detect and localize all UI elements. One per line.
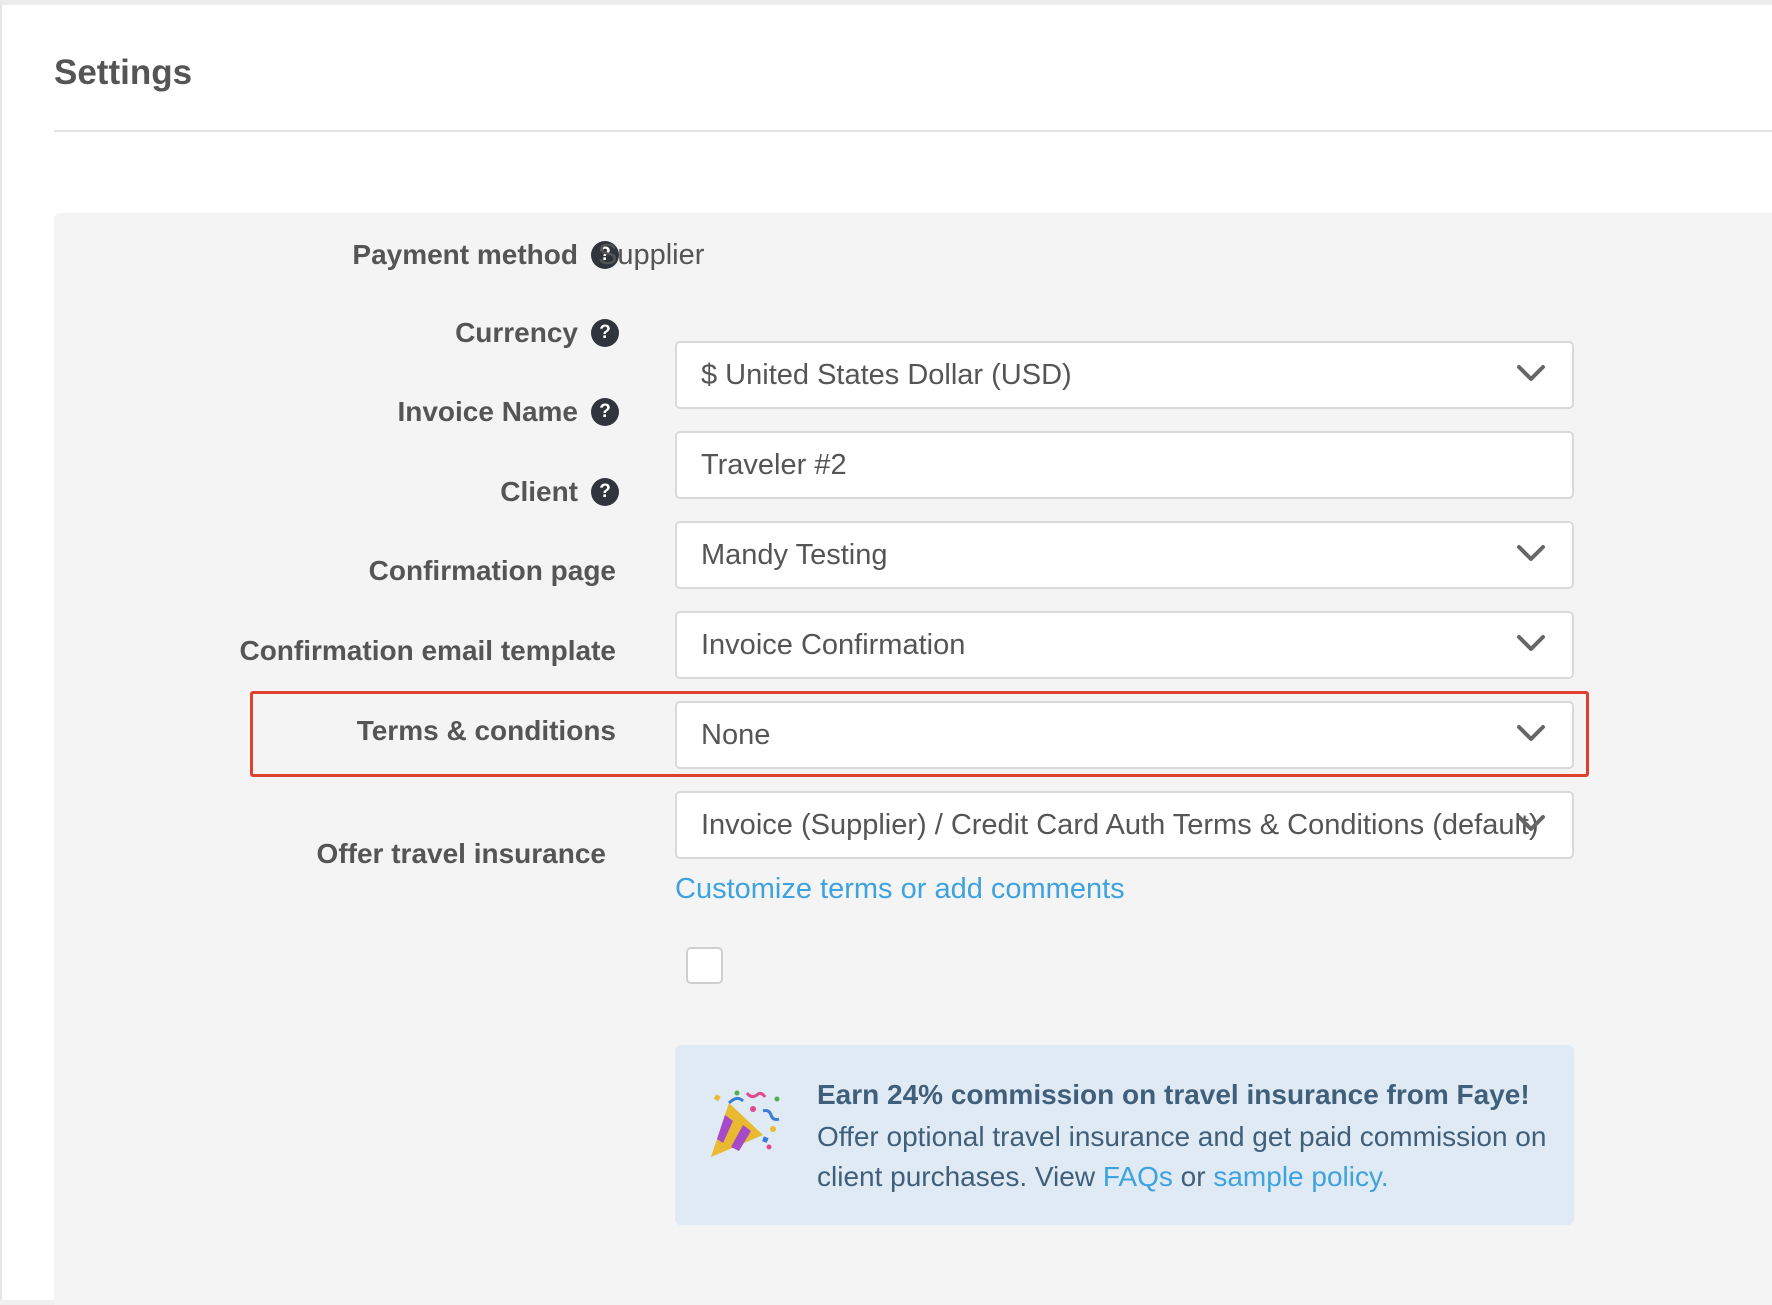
- currency-help-icon[interactable]: ?: [591, 319, 619, 347]
- settings-page: Settings Payment method ? Supplier Curre…: [0, 0, 1772, 1305]
- currency-label: Currency: [455, 317, 578, 348]
- faqs-link[interactable]: FAQs: [1103, 1161, 1173, 1192]
- party-popper-icon: [711, 1090, 780, 1157]
- invoice-name-help-icon[interactable]: ?: [591, 398, 619, 426]
- travel-insurance-promo: Earn 24% commission on travel insurance …: [675, 1045, 1574, 1225]
- sample-policy-link[interactable]: sample policy.: [1213, 1161, 1388, 1192]
- confirmation-page-select-value: Invoice Confirmation: [701, 629, 966, 661]
- confirmation-email-template-select-value: None: [701, 719, 771, 751]
- invoice-name-label: Invoice Name: [397, 396, 578, 427]
- terms-conditions-select[interactable]: Invoice (Supplier) / Credit Card Auth Te…: [675, 791, 1574, 859]
- travel-insurance-checkbox[interactable]: [686, 947, 723, 984]
- confirmation-page-select[interactable]: Invoice Confirmation: [675, 611, 1574, 679]
- client-select[interactable]: Mandy Testing: [675, 521, 1574, 589]
- terms-conditions-select-value: Invoice (Supplier) / Credit Card Auth Te…: [701, 809, 1539, 841]
- client-select-value: Mandy Testing: [701, 539, 888, 571]
- page-title: Settings: [54, 53, 193, 92]
- invoice-name-input[interactable]: Traveler #2: [675, 431, 1574, 499]
- client-help-icon[interactable]: ?: [591, 478, 619, 506]
- confirmation-email-template-label: Confirmation email template: [239, 635, 616, 666]
- payment-method-value: Supplier: [598, 239, 705, 271]
- promo-title: Earn 24% commission on travel insurance …: [817, 1079, 1530, 1110]
- payment-method-label: Payment method: [352, 239, 578, 270]
- title-divider: [54, 130, 1772, 132]
- chevron-down-icon: [1517, 635, 1545, 651]
- currency-select[interactable]: $ United States Dollar (USD): [675, 341, 1574, 409]
- chevron-down-icon: [1517, 815, 1545, 831]
- terms-conditions-label: Terms & conditions: [356, 715, 616, 746]
- currency-select-value: $ United States Dollar (USD): [701, 359, 1072, 391]
- customize-terms-link[interactable]: Customize terms or add comments: [675, 873, 1125, 906]
- chevron-down-icon: [1517, 725, 1545, 741]
- client-label: Client: [500, 476, 578, 507]
- travel-insurance-label: Offer travel insurance: [316, 838, 606, 869]
- promo-body: Offer optional travel insurance and get …: [817, 1117, 1557, 1197]
- promo-connector-text: or: [1172, 1161, 1214, 1192]
- confirmation-page-label: Confirmation page: [368, 555, 616, 586]
- chevron-down-icon: [1517, 365, 1545, 381]
- chevron-down-icon: [1517, 545, 1545, 561]
- confirmation-email-template-select[interactable]: None: [675, 701, 1574, 769]
- invoice-name-input-value: Traveler #2: [701, 449, 847, 481]
